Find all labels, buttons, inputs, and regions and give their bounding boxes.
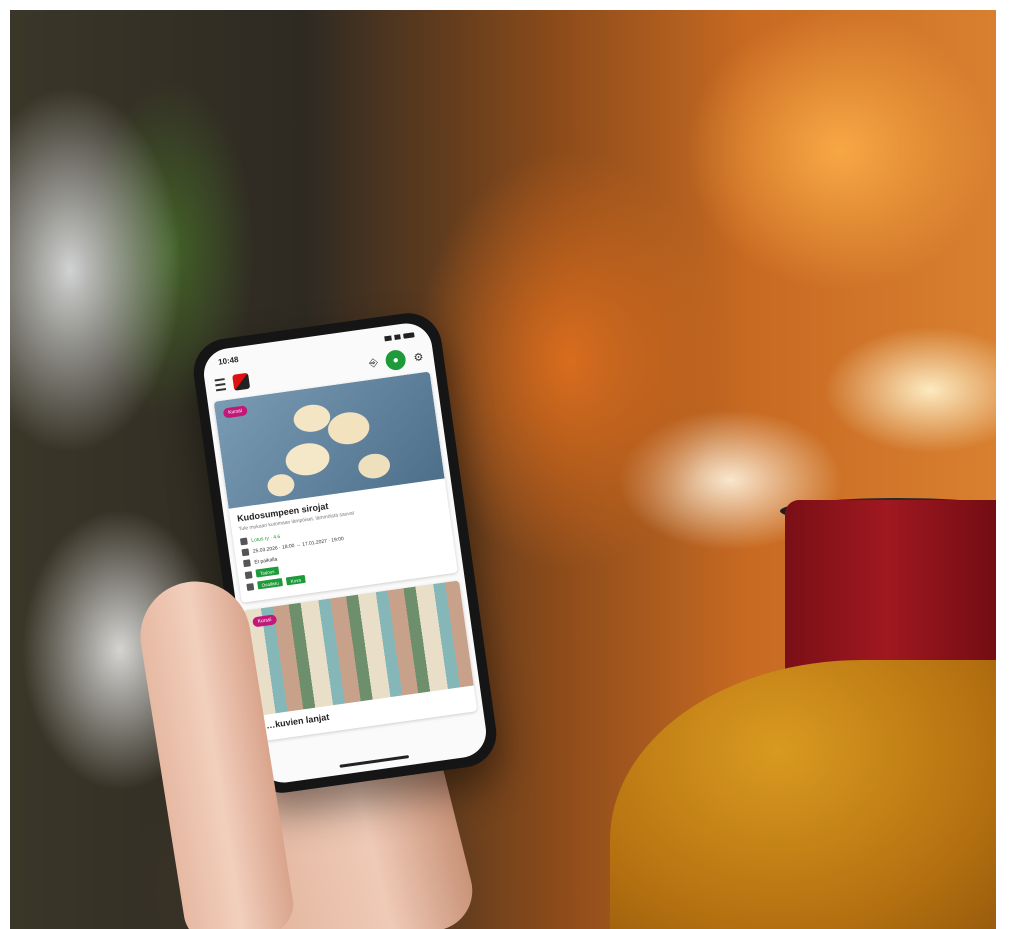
category-badge: Kurssi bbox=[252, 614, 278, 628]
wifi-icon bbox=[394, 334, 401, 340]
knit-hood bbox=[610, 660, 996, 929]
category-badge: Kurssi bbox=[222, 405, 248, 419]
app-logo[interactable] bbox=[232, 372, 251, 391]
clock-icon bbox=[246, 582, 255, 591]
event-card[interactable]: Kurssi Kudosumpeen sirojat Tule mukaan k… bbox=[213, 371, 458, 603]
person-icon bbox=[239, 537, 248, 546]
photo-background: 10:48 ⎆ ● ⚙ Kurssi Kudosumpeen sirojat T… bbox=[10, 10, 996, 929]
organizer-text[interactable]: Lotus ry · 4.6 bbox=[251, 533, 281, 543]
chip[interactable]: Tarjous bbox=[255, 566, 279, 578]
menu-icon[interactable] bbox=[214, 378, 227, 392]
user-icon[interactable]: ● bbox=[384, 348, 408, 372]
battery-icon bbox=[403, 332, 415, 339]
event-card[interactable]: Kurssi …kuvien lanjat bbox=[243, 580, 478, 742]
signal-icon bbox=[384, 335, 392, 342]
tag-icon bbox=[244, 570, 253, 579]
home-indicator[interactable] bbox=[339, 755, 410, 768]
location-text: Et paikalla bbox=[253, 556, 278, 566]
login-icon[interactable]: ⎆ bbox=[368, 356, 379, 370]
location-icon bbox=[243, 559, 251, 568]
chip[interactable]: Osallistu bbox=[257, 577, 284, 590]
gear-icon[interactable]: ⚙ bbox=[413, 350, 424, 364]
calendar-icon bbox=[241, 548, 250, 557]
chip[interactable]: Kuva bbox=[286, 574, 306, 586]
